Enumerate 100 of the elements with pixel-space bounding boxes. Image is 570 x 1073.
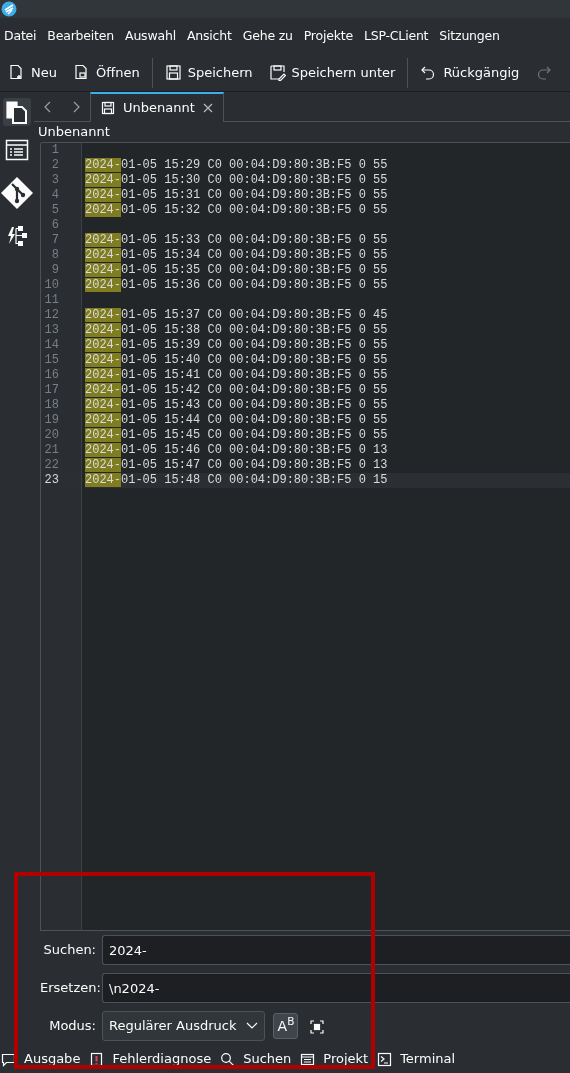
new-button[interactable]: Neu xyxy=(0,58,65,87)
search-match: 2024- xyxy=(85,338,121,352)
code-line: 01-05 15:44 C0 00:04:D9:80:3B:F5 0 55 xyxy=(121,413,388,427)
code-line: 01-05 15:48 C0 00:04:D9:80:3B:F5 0 15 xyxy=(121,473,388,487)
line-number: 9 xyxy=(50,263,60,278)
selection-icon xyxy=(310,1019,325,1034)
breadcrumb[interactable]: Unbenannt xyxy=(34,122,570,142)
line-number: 12 xyxy=(43,308,60,323)
menu-item[interactable]: Projekte xyxy=(299,26,360,46)
line-number: 11 xyxy=(43,293,60,308)
panel-tab[interactable]: Fehlerdiagnose xyxy=(104,1049,216,1069)
search-match: 2024- xyxy=(85,323,121,337)
line-number: 15 xyxy=(43,353,60,368)
code-line: 01-05 15:30 C0 00:04:D9:80:3B:F5 0 55 xyxy=(121,173,388,187)
save-icon xyxy=(101,101,115,115)
search-match: 2024- xyxy=(85,383,121,397)
line-number: 13 xyxy=(43,323,60,338)
menu-item[interactable]: Gehe zu xyxy=(238,26,300,46)
line-number: 18 xyxy=(43,398,60,413)
menu-item[interactable]: Auswahl xyxy=(121,26,183,46)
code-line: 01-05 15:34 C0 00:04:D9:80:3B:F5 0 55 xyxy=(121,248,388,262)
code-line: 01-05 15:42 C0 00:04:D9:80:3B:F5 0 55 xyxy=(121,383,388,397)
save-as-icon xyxy=(268,64,286,81)
menu-item[interactable]: Bearbeiten xyxy=(43,26,122,46)
search-match: 2024- xyxy=(85,308,121,322)
code-line: 01-05 15:32 C0 00:04:D9:80:3B:F5 0 55 xyxy=(121,203,388,217)
code-line: 01-05 15:40 C0 00:04:D9:80:3B:F5 0 55 xyxy=(121,353,388,367)
code-line: 01-05 15:37 C0 00:04:D9:80:3B:F5 0 45 xyxy=(121,308,388,322)
line-number: 3 xyxy=(50,173,60,188)
line-number: 17 xyxy=(43,383,60,398)
search-match: 2024- xyxy=(85,398,121,412)
match-case-button[interactable]: A$^{B}$ xyxy=(273,1013,299,1039)
field-label: Modus: xyxy=(48,1017,96,1036)
app-logo-icon xyxy=(1,1,17,17)
list-icon xyxy=(300,1051,316,1067)
search-match: 2024- xyxy=(85,353,121,367)
search-match: 2024- xyxy=(85,203,121,217)
undo-button[interactable]: Rückgängig xyxy=(412,58,528,87)
line-number: 8 xyxy=(50,248,60,263)
new-file-icon xyxy=(8,64,25,81)
warning-icon xyxy=(89,1051,105,1067)
save-button[interactable]: Speichern xyxy=(156,58,261,87)
code-line: 01-05 15:31 C0 00:04:D9:80:3B:F5 0 55 xyxy=(121,188,388,202)
line-number: 7 xyxy=(50,233,60,248)
documents-icon xyxy=(5,100,29,124)
code-line: 01-05 15:47 C0 00:04:D9:80:3B:F5 0 13 xyxy=(121,458,388,472)
document-tab[interactable]: Unbenannt xyxy=(90,92,224,122)
line-number: 22 xyxy=(43,458,60,473)
line-number: 6 xyxy=(50,218,60,233)
search-match: 2024- xyxy=(85,263,121,277)
search-field[interactable]: 2024- xyxy=(102,935,570,965)
menu-item[interactable]: Datei xyxy=(0,26,44,46)
open-file-icon xyxy=(72,64,90,81)
sidebar-button[interactable] xyxy=(3,98,31,126)
git-icon xyxy=(0,176,34,210)
search-match: 2024- xyxy=(85,443,121,457)
sidebar-button[interactable] xyxy=(0,174,36,212)
code-line: 01-05 15:41 C0 00:04:D9:80:3B:F5 0 55 xyxy=(121,368,388,382)
field-label: Suchen: xyxy=(42,941,96,960)
code-line: 01-05 15:36 C0 00:04:D9:80:3B:F5 0 55 xyxy=(121,278,388,292)
save-icon xyxy=(164,64,182,81)
panel-tab[interactable]: Terminal xyxy=(392,1049,460,1069)
replace-field[interactable]: \n2024- xyxy=(102,973,570,1003)
line-number: 14 xyxy=(43,338,60,353)
terminal-icon xyxy=(377,1051,393,1067)
search-match: 2024- xyxy=(85,458,121,472)
code-line: 01-05 15:43 C0 00:04:D9:80:3B:F5 0 55 xyxy=(121,398,388,412)
code-line: 01-05 15:33 C0 00:04:D9:80:3B:F5 0 55 xyxy=(121,233,388,247)
code-line: 01-05 15:45 C0 00:04:D9:80:3B:F5 0 55 xyxy=(121,428,388,442)
search-match: 2024- xyxy=(85,188,121,202)
search-match: 2024- xyxy=(85,173,121,187)
code-line: 01-05 15:35 C0 00:04:D9:80:3B:F5 0 55 xyxy=(121,263,388,277)
code-line: 01-05 15:39 C0 00:04:D9:80:3B:F5 0 55 xyxy=(121,338,388,352)
list-icon xyxy=(5,138,29,162)
search-match: 2024- xyxy=(85,473,121,487)
menu-item[interactable]: Sitzungen xyxy=(435,26,507,46)
menu-item[interactable]: Ansicht xyxy=(182,26,239,46)
forward-icon xyxy=(71,99,81,114)
menu-item[interactable]: LSP-CLient xyxy=(359,26,436,46)
search-icon xyxy=(220,1051,236,1067)
panel-tab[interactable]: Projekt xyxy=(315,1049,373,1069)
search-match: 2024- xyxy=(85,278,121,292)
open-button[interactable]: Öffnen xyxy=(64,58,148,87)
save-as-button[interactable]: Speichern unter xyxy=(260,58,404,87)
line-number: 21 xyxy=(43,443,60,458)
line-number: 16 xyxy=(43,368,60,383)
close-icon[interactable] xyxy=(202,103,213,113)
line-number: 10 xyxy=(43,278,60,293)
search-match: 2024- xyxy=(85,428,121,442)
mode-dropdown[interactable]: Regulärer Ausdruck xyxy=(102,1011,266,1041)
line-number: 1 xyxy=(50,143,60,158)
panel-tab[interactable]: Suchen xyxy=(235,1049,296,1069)
search-match: 2024- xyxy=(85,158,121,172)
search-match: 2024- xyxy=(85,233,121,247)
search-match: 2024- xyxy=(85,368,121,382)
panel-tab[interactable]: Ausgabe xyxy=(16,1049,85,1069)
code-line: 01-05 15:38 C0 00:04:D9:80:3B:F5 0 55 xyxy=(121,323,388,337)
speech-bubble-icon xyxy=(1,1051,16,1067)
search-match: 2024- xyxy=(85,413,121,427)
line-number: 19 xyxy=(43,413,60,428)
